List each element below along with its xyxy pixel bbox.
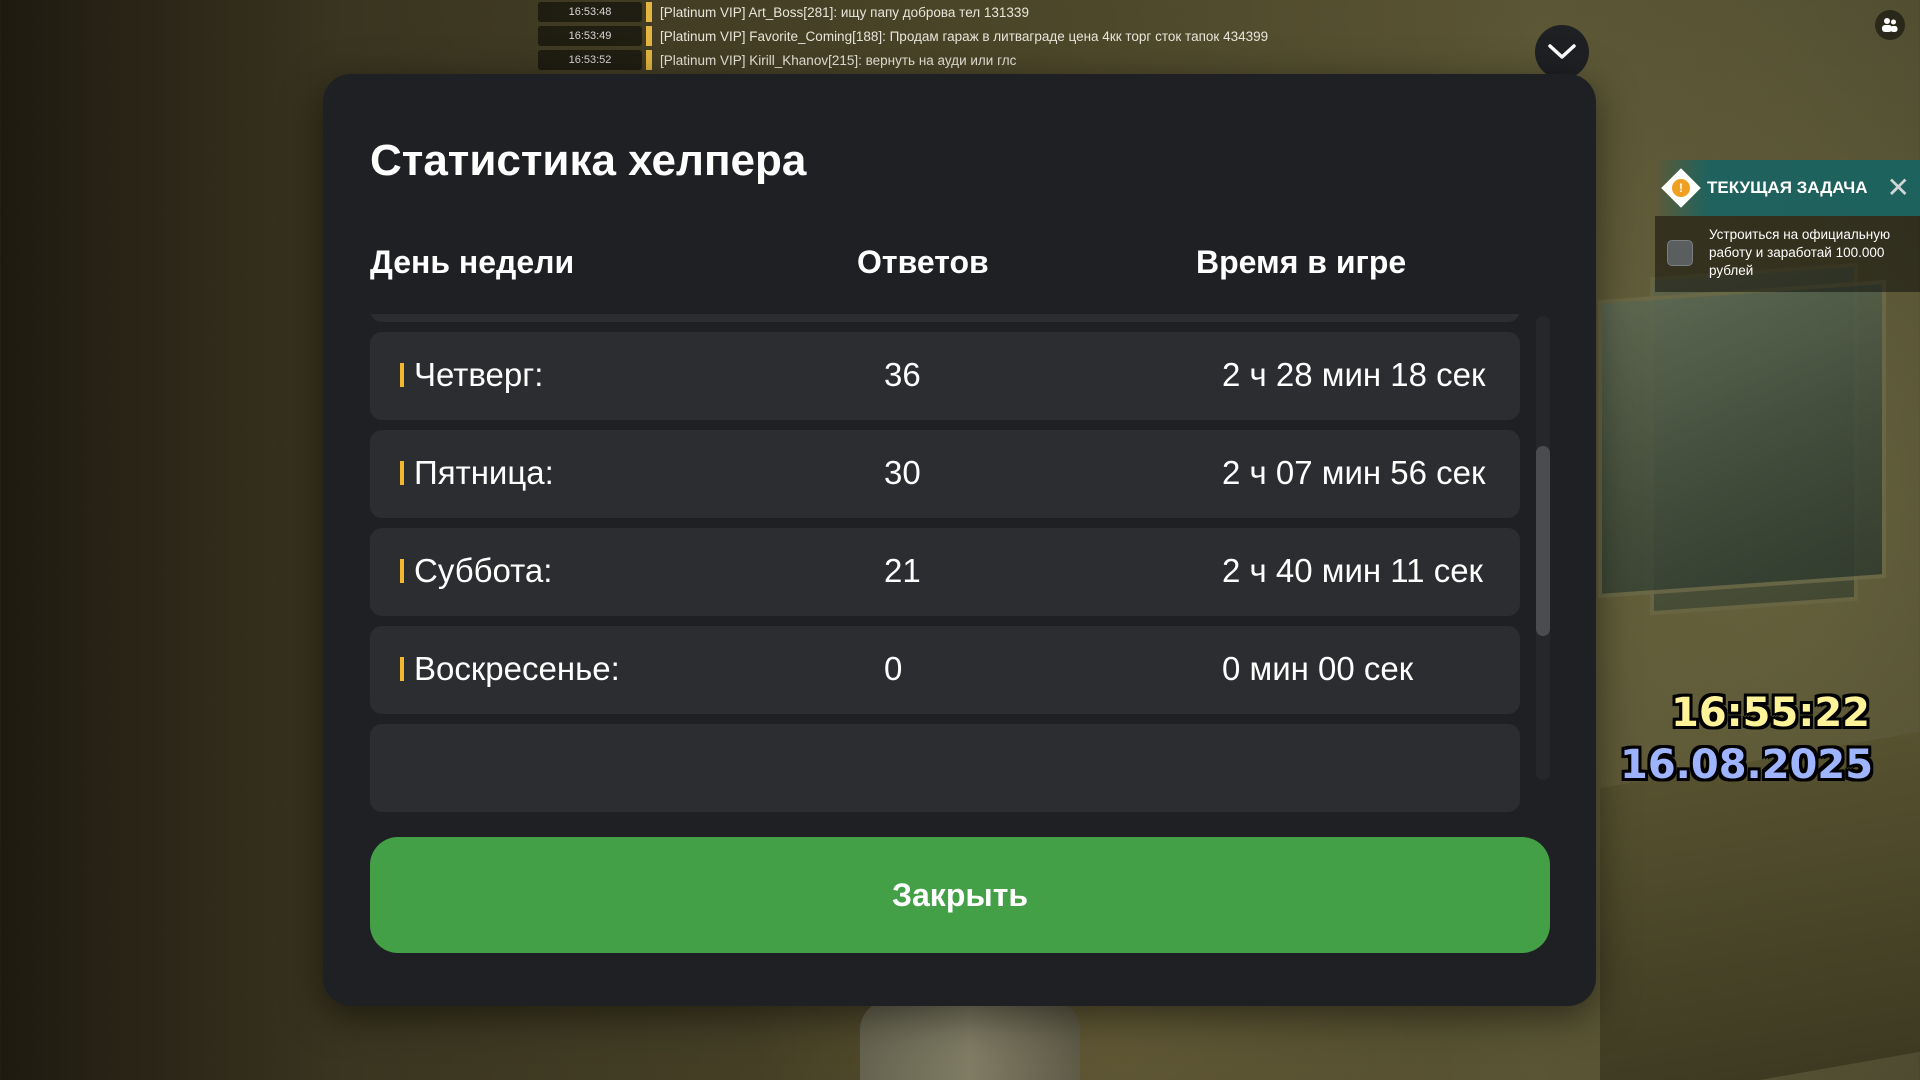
current-task-panel: ! ТЕКУЩАЯ ЗАДАЧА ✕ Устроиться на официал…: [1655, 160, 1920, 292]
table-row: [370, 724, 1520, 812]
task-text: Устроиться на официальную работу и зараб…: [1709, 227, 1891, 278]
task-header: ! ТЕКУЩАЯ ЗАДАЧА ✕: [1655, 160, 1920, 216]
row-day: Четверг:: [400, 356, 543, 394]
row-day: Пятница:: [400, 454, 554, 492]
row-marker: [400, 363, 404, 387]
close-icon[interactable]: ✕: [1887, 174, 1910, 202]
chat-text: [Platinum VIP] Art_Boss[281]: ищу папу д…: [660, 4, 1029, 20]
row-answers: 36: [884, 356, 921, 393]
chat-marker: [646, 50, 652, 70]
table-row: Суббота: 21 2 ч 40 мин 11 сек: [370, 528, 1520, 616]
background-painting: [1598, 279, 1886, 599]
task-title: ТЕКУЩАЯ ЗАДАЧА: [1707, 178, 1868, 197]
players-icon[interactable]: [1875, 10, 1905, 40]
task-checkbox[interactable]: [1667, 240, 1693, 266]
chat-time: 16:53:52: [538, 50, 642, 70]
row-day-label: Четверг:: [414, 356, 544, 393]
row-answers: 30: [884, 454, 921, 491]
helper-stats-modal: Статистика хелпера День недели Ответов В…: [323, 74, 1596, 1006]
row-day-label: Пятница:: [414, 454, 554, 491]
modal-title: Статистика хелпера: [370, 136, 807, 185]
clock-date: 16.08.2025: [1620, 742, 1874, 788]
table-row: [370, 314, 1520, 322]
alert-icon: !: [1661, 168, 1701, 208]
chat-marker: [646, 2, 652, 22]
player-character: [860, 1000, 1080, 1080]
row-time: 2 ч 28 мин 18 сек: [1222, 356, 1486, 393]
game-clock: 16:55:22 16.08.2025: [1620, 690, 1874, 788]
table-row: Воскресенье: 0 0 мин 00 сек: [370, 626, 1520, 714]
table-row: Четверг: 36 2 ч 28 мин 18 сек: [370, 332, 1520, 420]
chat-time: 16:53:48: [538, 2, 642, 22]
row-marker: [400, 657, 404, 681]
scrollbar-thumb[interactable]: [1536, 446, 1550, 636]
column-header-day: День недели: [370, 244, 575, 280]
alert-icon-glyph: !: [1672, 179, 1690, 197]
collapse-chat-button[interactable]: [1535, 25, 1589, 79]
row-day-label: Воскресенье:: [414, 650, 620, 687]
scrollbar[interactable]: [1536, 316, 1550, 780]
chat-time: 16:53:49: [538, 26, 642, 46]
clock-time: 16:55:22: [1671, 690, 1870, 736]
table-row: Пятница: 30 2 ч 07 мин 56 сек: [370, 430, 1520, 518]
row-day: Воскресенье:: [400, 650, 620, 688]
table-header: День недели Ответов Время в игре: [370, 244, 1520, 304]
chat-line: 16:53:48 [Platinum VIP] Art_Boss[281]: и…: [538, 0, 1538, 24]
row-day-label: Суббота:: [414, 552, 553, 589]
column-header-time: Время в игре: [1196, 244, 1407, 280]
row-time: 2 ч 40 мин 11 сек: [1222, 552, 1483, 589]
task-body: Устроиться на официальную работу и зараб…: [1655, 216, 1920, 292]
chat-log: 16:53:48 [Platinum VIP] Art_Boss[281]: и…: [538, 0, 1538, 72]
row-time: 0 мин 00 сек: [1222, 650, 1414, 687]
column-header-answers: Ответов: [857, 244, 989, 280]
row-day: Суббота:: [400, 552, 552, 590]
row-answers: 21: [884, 552, 921, 589]
chat-text: [Platinum VIP] Kirill_Khanov[215]: верну…: [660, 52, 1017, 68]
row-answers: 0: [884, 650, 903, 687]
row-time: 2 ч 07 мин 56 сек: [1222, 454, 1486, 491]
chat-text: [Platinum VIP] Favorite_Coming[188]: Про…: [660, 28, 1269, 44]
row-marker: [400, 461, 404, 485]
chat-line: 16:53:52 [Platinum VIP] Kirill_Khanov[21…: [538, 48, 1538, 72]
chat-marker: [646, 26, 652, 46]
chevron-down-icon: [1548, 44, 1576, 59]
row-marker: [400, 559, 404, 583]
chat-line: 16:53:49 [Platinum VIP] Favorite_Coming[…: [538, 24, 1538, 48]
close-button[interactable]: Закрыть: [370, 837, 1550, 953]
stats-list[interactable]: Четверг: 36 2 ч 28 мин 18 сек Пятница: 3…: [370, 314, 1520, 852]
players-icon-glyph: [1882, 18, 1898, 32]
